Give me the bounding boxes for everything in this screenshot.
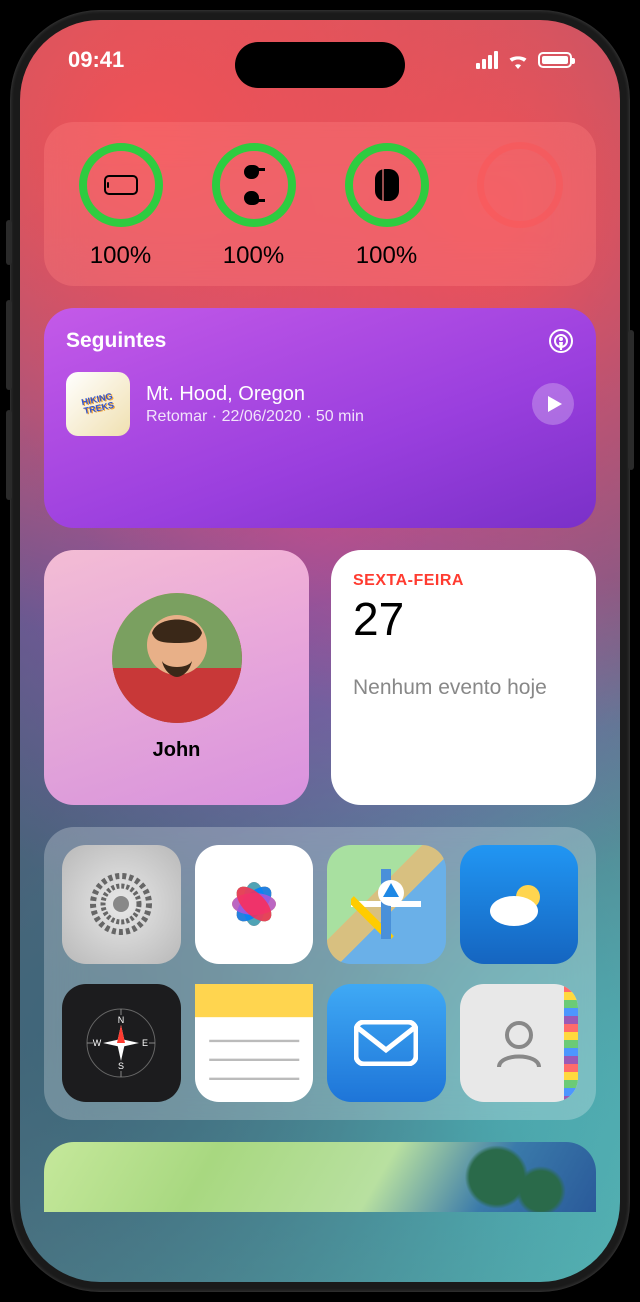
maps-peek-widget[interactable] <box>44 1142 596 1212</box>
app-maps[interactable] <box>327 845 446 964</box>
mail-icon <box>354 1020 418 1066</box>
battery-percent: 100% <box>90 242 151 270</box>
battery-item-case: 100% <box>320 142 453 270</box>
battery-icon <box>538 52 572 68</box>
wifi-icon <box>506 51 530 69</box>
contact-widget[interactable]: John <box>44 550 309 805</box>
svg-text:E: E <box>142 1038 148 1048</box>
app-weather[interactable] <box>460 845 579 964</box>
person-icon <box>491 1015 547 1071</box>
app-mail[interactable] <box>327 984 446 1103</box>
battery-item-empty <box>453 142 586 270</box>
app-notes[interactable] <box>195 984 314 1103</box>
svg-text:S: S <box>118 1061 124 1071</box>
weather-icon <box>486 879 552 929</box>
calendar-day-label: SEXTA-FEIRA <box>353 572 574 590</box>
battery-percent: 100% <box>223 242 284 270</box>
battery-percent: 100% <box>356 242 417 270</box>
cellular-icon <box>476 51 498 69</box>
batteries-widget[interactable]: 100% 100% 100% <box>44 122 596 286</box>
podcast-title: Mt. Hood, Oregon <box>146 383 516 406</box>
status-time: 09:41 <box>68 47 124 73</box>
podcasts-header: Seguintes <box>66 329 166 353</box>
phone-frame: 09:41 100% 100% <box>10 10 630 1292</box>
screen: 09:41 100% 100% <box>20 20 620 1282</box>
airpods-icon <box>241 165 267 205</box>
photos-icon <box>222 872 286 936</box>
battery-item-airpods: 100% <box>187 142 320 270</box>
app-photos[interactable] <box>195 845 314 964</box>
app-compass[interactable]: N S W E <box>62 984 181 1103</box>
contact-name: John <box>153 739 201 762</box>
svg-text:N: N <box>118 1015 125 1025</box>
maps-icon <box>351 869 421 939</box>
gear-icon <box>86 869 156 939</box>
siri-suggestions-widget[interactable]: N S W E <box>44 827 596 1120</box>
podcast-artwork: HIKING TREKS <box>66 372 130 436</box>
podcast-subtitle: Retomar · 22/06/2020 · 50 min <box>146 408 516 426</box>
dynamic-island <box>235 42 405 88</box>
play-icon <box>548 396 562 412</box>
battery-item-phone: 100% <box>54 142 187 270</box>
calendar-message: Nenhum evento hoje <box>353 674 574 701</box>
podcasts-widget[interactable]: Seguintes HIKING TREKS Mt. Hood, Oregon … <box>44 308 596 528</box>
calendar-date: 27 <box>353 592 574 646</box>
airpods-case-icon <box>374 168 400 202</box>
play-button[interactable] <box>532 383 574 425</box>
svg-text:W: W <box>93 1038 102 1048</box>
compass-icon: N S W E <box>81 1003 161 1083</box>
notes-icon <box>195 984 314 1103</box>
avatar <box>112 593 242 723</box>
calendar-widget[interactable]: SEXTA-FEIRA 27 Nenhum evento hoje <box>331 550 596 805</box>
phone-icon <box>104 175 138 195</box>
podcasts-app-icon <box>548 328 574 354</box>
app-settings[interactable] <box>62 845 181 964</box>
app-contacts[interactable] <box>460 984 579 1103</box>
